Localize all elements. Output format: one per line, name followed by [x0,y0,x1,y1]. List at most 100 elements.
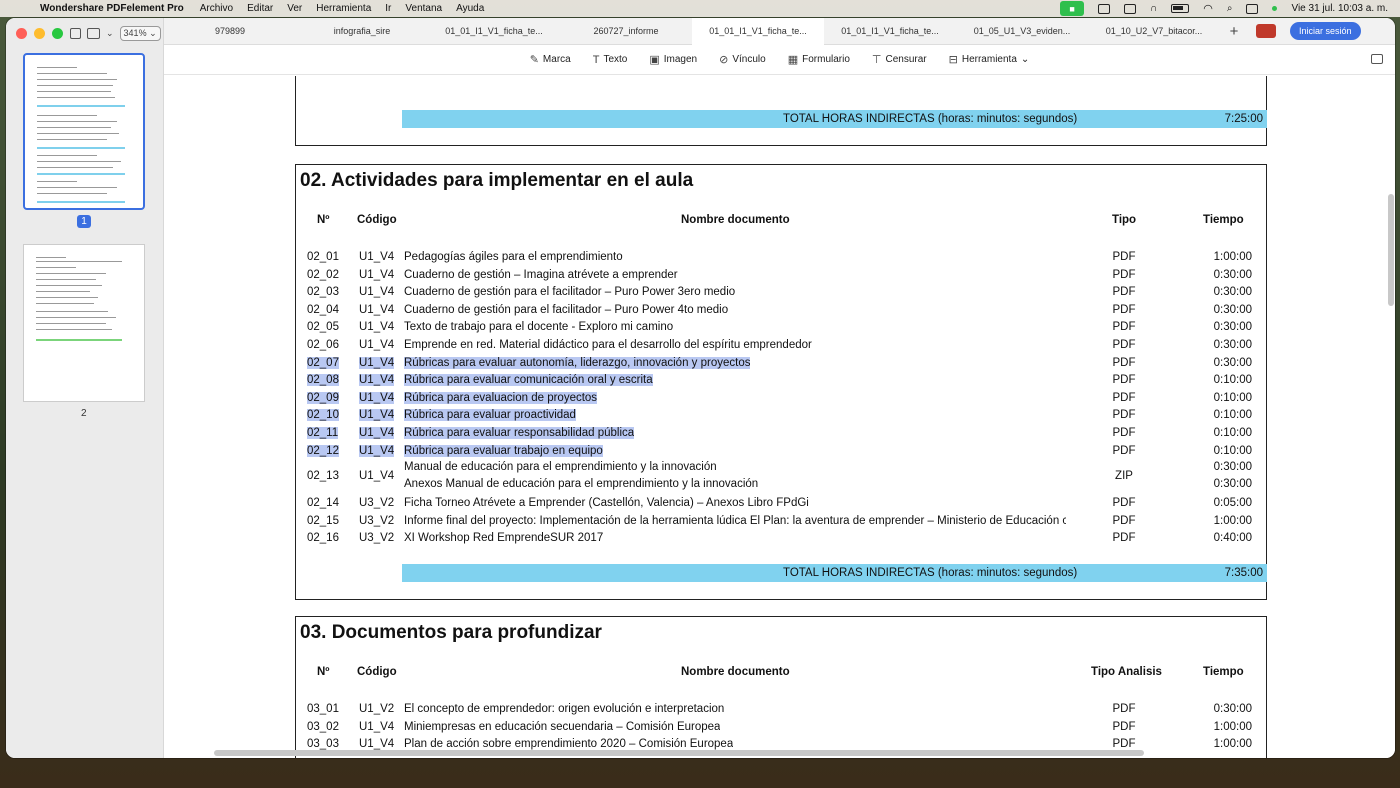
facetime-camera-icon[interactable]: ■ [1060,1,1085,16]
table-row[interactable]: 02_08 U1_V4 Rúbrica para evaluar comunicac… [296,372,1266,389]
right-panel-toggle-icon[interactable] [1371,54,1383,64]
table-row[interactable]: 03_02 U1_V4 Miniempresas en educación secu… [296,719,1266,736]
menu-ventana[interactable]: Ventana [405,3,442,14]
table-row[interactable]: 02_04 U1_V4 Cuaderno de gestión para el fa… [296,302,1266,319]
row-code: U1_V4 [359,720,395,733]
page-number-1: 1 [77,215,91,228]
table-row[interactable]: 02_02 U1_V4 Cuaderno de gestión – Imagina … [296,267,1266,284]
row-name: Manual de educación para el emprendimien… [404,461,717,473]
table-row[interactable]: 02_15 U3_V2 Informe final del proyecto: Im… [296,513,1266,530]
table-row[interactable]: 03_01 U1_V2 El concepto de emprendedor: or… [296,701,1266,718]
menu-archivo[interactable]: Archivo [200,3,233,14]
sidebar-toggle-icon[interactable] [87,28,100,39]
table-row[interactable]: 02_03 U1_V4 Cuaderno de gestión para el fa… [296,284,1266,301]
table-row[interactable]: 02_16 U3_V2 XI Workshop Red EmprendeSUR 20… [296,530,1266,547]
link-tool-button[interactable]: ⊘ Vínculo [719,53,766,66]
clock[interactable]: Vie 31 jul. 10:03 a. m. [1291,3,1388,14]
col-header-name: Nombre documento [681,666,790,678]
redact-icon: ⊤ [871,54,882,66]
close-window-button[interactable] [16,28,27,39]
control-center-icon[interactable] [1246,3,1259,14]
row-name: Informe final del proyecto: Implementaci… [404,514,1066,527]
table-row[interactable]: 02_06 U1_V4 Emprende en red. Material didá… [296,337,1266,354]
page-thumbnail-2[interactable] [23,244,145,402]
row-type: PDF [1112,268,1136,281]
row-type: PDF [1112,321,1136,334]
tab-979899[interactable]: 979899 [164,18,296,45]
row-type: PDF [1112,339,1136,351]
wifi-icon[interactable]: ◠ [1203,2,1213,15]
row-type: PDF [1112,251,1136,263]
image-tool-button[interactable]: ▣ Imagen [649,53,697,66]
fullscreen-window-button[interactable] [52,28,63,39]
row-number: 02_08 [307,374,339,387]
keyboard-icon[interactable] [1124,3,1137,14]
table-row[interactable]: 02_12 U1_V4 Rúbrica para evaluar trabajo e… [296,443,1266,460]
vertical-scrollbar[interactable] [1388,194,1394,306]
form-tool-label: Formulario [802,54,850,65]
zoom-select[interactable]: 341% ⌄ [119,26,161,41]
table-row[interactable]: 02_09 U1_V4 Rúbrica para evaluacion de pro… [296,390,1266,407]
minimize-window-button[interactable] [34,28,45,39]
headphones-icon[interactable]: ∩ [1150,3,1157,14]
page-thumbnail-1[interactable] [23,53,145,210]
tab-infografia-sire[interactable]: infografia_sire [296,18,428,45]
menu-herramienta[interactable]: Herramienta [316,3,371,14]
col-header-num: Nº [317,666,330,678]
table-row[interactable]: 02_05 U1_V4 Texto de trabajo para el docen… [296,319,1266,336]
text-input-icon[interactable] [1098,3,1111,14]
row-number: 02_16 [307,532,339,545]
image-icon: ▣ [649,54,660,66]
tab-evidencias[interactable]: 01_05_U1_V3_eviden... [956,18,1088,45]
row-number: 02_02 [307,268,339,281]
row-type: PDF [1112,720,1136,733]
row-name: Emprende en red. Material didáctico para… [404,339,812,351]
redact-tool-button[interactable]: ⊤ Censurar [872,53,927,66]
col-header-name: Nombre documento [681,214,790,226]
table-row[interactable]: 02_10 U1_V4 Rúbrica para evaluar proactivi… [296,407,1266,424]
table-row[interactable]: 02_14 U3_V2 Ficha Torneo Atrévete a Empren… [296,495,1266,512]
menu-editar[interactable]: Editar [247,3,273,14]
row-code: U1_V4 [359,286,395,299]
row-time: 1:00:00 [1213,738,1252,751]
text-tool-button[interactable]: T Texto [593,54,628,66]
menu-ayuda[interactable]: Ayuda [456,3,484,14]
col-header-type: Tipo Analisis [1091,666,1162,678]
tools-menu-button[interactable]: ⊟ Herramienta ⌄ [949,53,1030,66]
horizontal-scrollbar[interactable] [214,750,1144,756]
table-row[interactable]: 02_13 U1_V4 Manual de educación para el … [296,460,1266,496]
battery-icon[interactable] [1171,4,1190,13]
row-code: U1_V4 [359,356,395,369]
table-row[interactable]: 02_11 U1_V4 Rúbrica para evaluar responsab… [296,425,1266,442]
grid-view-icon[interactable] [70,28,81,39]
document-viewer[interactable]: TOTAL HORAS INDIRECTAS (horas: minutos: … [164,76,1395,758]
row-name: Pedagogías ágiles para el emprendimiento [404,251,623,263]
add-tab-button[interactable]: + [1220,23,1248,40]
row-number: 02_01 [307,251,339,263]
row-number: 02_15 [307,514,339,527]
row-time: 0:30:00 [1213,461,1252,473]
row-code: U1_V4 [359,427,395,439]
tab-bitacora[interactable]: 01_10_U2_V7_bitacor... [1088,18,1220,45]
menu-app-name[interactable]: Wondershare PDFelement Pro [40,3,184,14]
section-1-total-label: TOTAL HORAS INDIRECTAS (horas: minutos: … [783,113,1078,125]
tab-ficha-tecnica-2[interactable]: 01_01_I1_V1_ficha_te... [692,18,824,45]
form-tool-button[interactable]: ▦ Formulario [788,53,850,66]
row-type: PDF [1112,444,1136,457]
menu-ver[interactable]: Ver [287,3,302,14]
search-icon[interactable]: ⌕ [1227,3,1233,14]
table-row[interactable]: 02_07 U1_V4 Rúbricas para evaluar autonomí… [296,355,1266,372]
user-avatar-icon[interactable] [1256,24,1276,38]
tab-informe[interactable]: 260727_informe [560,18,692,45]
app-window: ⌄ 341% ⌄ 1 2 979899 infografia_sire 01_0… [6,18,1395,758]
table-row[interactable]: 02_01 U1_V4 Pedagogías ágiles para el empr… [296,249,1266,266]
chevron-down-icon[interactable]: ⌄ [106,28,114,39]
tab-ficha-tecnica-1[interactable]: 01_01_I1_V1_ficha_te... [428,18,560,45]
marker-tool-button[interactable]: ✎ Marca [530,53,571,66]
row-code: U1_V4 [359,738,395,751]
menu-ir[interactable]: Ir [385,3,391,14]
login-button[interactable]: Iniciar sesión [1290,22,1361,40]
row-name: Rúbrica para evaluar trabajo en equipo [404,444,603,457]
row-type: PDF [1112,532,1136,545]
tab-ficha-tecnica-3[interactable]: 01_01_I1_V1_ficha_te... [824,18,956,45]
